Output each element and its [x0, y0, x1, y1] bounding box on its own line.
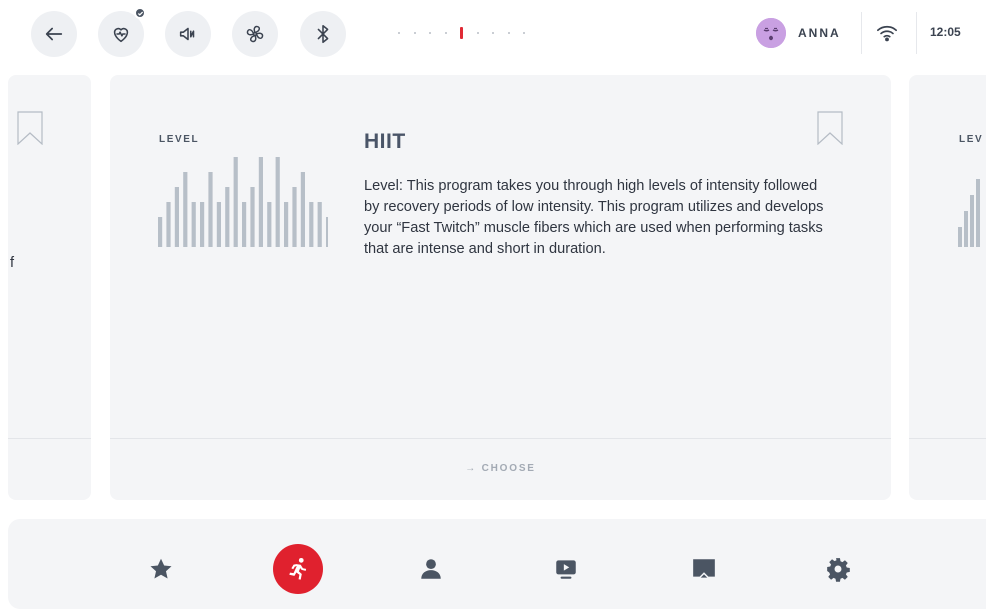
- clock: 12:05: [930, 25, 961, 39]
- level-bar: [292, 187, 297, 247]
- program-card-next[interactable]: LEV: [909, 75, 986, 500]
- gear-icon: [827, 558, 850, 582]
- top-bar: ANNA 12:05: [0, 0, 986, 68]
- card-divider: [8, 438, 91, 439]
- level-label: LEVEL: [159, 134, 200, 145]
- heart-rate-icon: [113, 27, 129, 43]
- card-description-partial: f: [10, 255, 15, 271]
- bluetooth-icon: [317, 24, 329, 44]
- connected-check-icon: [134, 7, 146, 19]
- level-bar: [326, 217, 328, 247]
- bookmark-icon[interactable]: [17, 111, 43, 145]
- program-card-hiit[interactable]: LEVEL HIIT Level: This program takes you…: [110, 75, 891, 500]
- wifi-icon: [877, 25, 897, 42]
- back-arrow-icon: [45, 27, 63, 41]
- nav-profile[interactable]: [406, 544, 456, 594]
- level-bar: [233, 157, 238, 247]
- level-bar: [216, 202, 221, 247]
- page-indicator-dot: [398, 32, 400, 34]
- back-button[interactable]: [31, 11, 77, 57]
- level-bar: [183, 172, 188, 247]
- sound-button[interactable]: [165, 11, 211, 57]
- bottom-navigation: [8, 519, 986, 609]
- program-title: HIIT: [364, 130, 406, 153]
- level-bar: [250, 187, 255, 247]
- screen-cast-icon: [693, 559, 715, 578]
- level-label: LEV: [959, 134, 984, 145]
- user-icon: [421, 559, 441, 579]
- level-bar: [284, 202, 289, 247]
- sound-icon: [179, 27, 195, 41]
- page-indicator-dot: [413, 32, 416, 34]
- card-divider: [110, 438, 891, 439]
- page-indicator-dot: [492, 32, 494, 34]
- level-bar: [267, 202, 272, 247]
- level-bar: [300, 172, 305, 247]
- level-bar: [317, 202, 322, 247]
- card-divider: [909, 438, 986, 439]
- page-indicator-dot: [429, 32, 431, 34]
- level-bar: [174, 187, 179, 247]
- page-indicator-dot: [523, 32, 525, 34]
- arrow-right-icon: →: [465, 463, 482, 474]
- fan-icon: [246, 25, 264, 43]
- level-bar: [208, 172, 213, 247]
- choose-button[interactable]: → CHOOSE: [110, 463, 891, 474]
- avatar: [756, 18, 786, 48]
- runner-icon: [289, 557, 307, 580]
- program-description: Level: This program takes you through hi…: [364, 178, 824, 257]
- level-bar: [225, 187, 230, 247]
- divider: [916, 12, 917, 54]
- fan-button[interactable]: [232, 11, 278, 57]
- user-profile[interactable]: ANNA: [756, 18, 841, 48]
- choose-label: CHOOSE: [481, 463, 536, 474]
- nav-screen-cast[interactable]: [679, 544, 729, 594]
- nav-favorites[interactable]: [136, 544, 186, 594]
- level-bar: [309, 202, 314, 247]
- heart-rate-button[interactable]: [98, 7, 146, 57]
- divider: [861, 12, 862, 54]
- sleepy-face-avatar: [756, 18, 786, 48]
- nav-settings[interactable]: [813, 544, 863, 594]
- nav-videos[interactable]: [541, 544, 591, 594]
- level-bar-graph: [958, 179, 980, 247]
- level-bar: [200, 202, 205, 247]
- page-indicator-dot: [507, 32, 510, 34]
- page-indicator-dot: [476, 32, 479, 34]
- program-card-previous[interactable]: f: [8, 75, 91, 500]
- page-indicator-dot: [444, 32, 447, 34]
- level-bar: [275, 157, 280, 247]
- bluetooth-button[interactable]: [300, 11, 346, 57]
- star-icon: [150, 558, 172, 579]
- page-indicator: [398, 26, 539, 40]
- level-bar: [166, 202, 171, 247]
- level-bar-graph: [158, 157, 328, 247]
- page-indicator-active: [460, 27, 463, 39]
- level-bar: [258, 157, 263, 247]
- bookmark-icon[interactable]: [817, 111, 843, 145]
- video-play-icon: [556, 560, 576, 579]
- nav-programs[interactable]: [273, 544, 323, 594]
- level-bar: [158, 217, 163, 247]
- level-bar: [242, 202, 247, 247]
- user-name: ANNA: [798, 26, 841, 40]
- level-bar: [191, 202, 196, 247]
